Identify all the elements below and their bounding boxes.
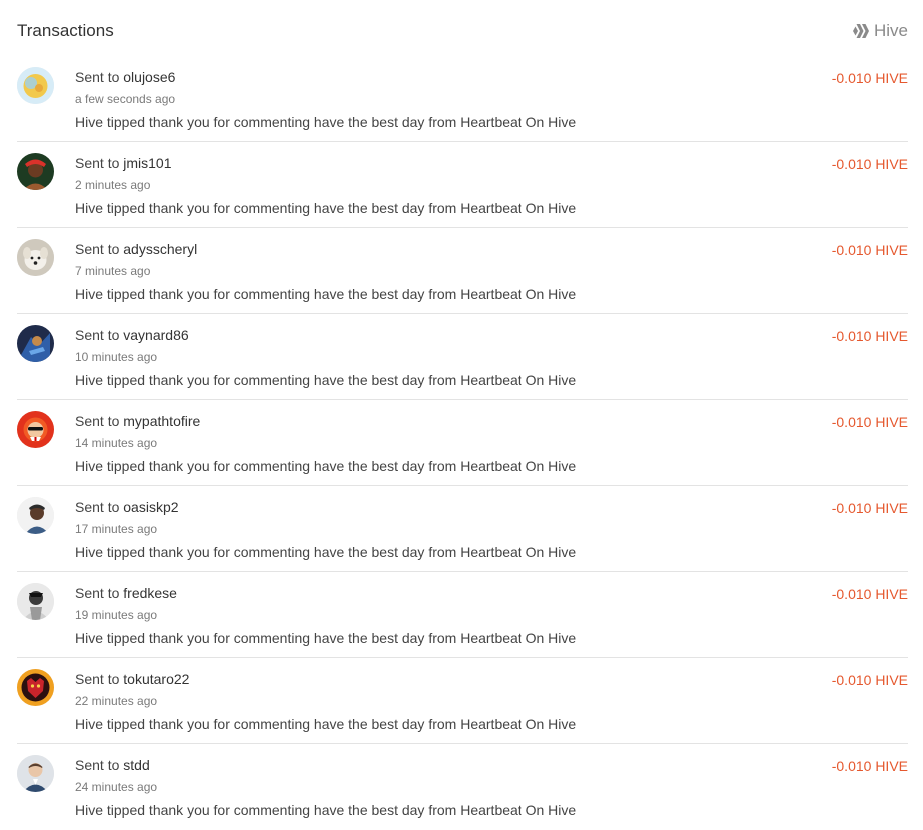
transactions-list: Sent to olujose6 a few seconds ago Hive … xyxy=(17,56,908,830)
transaction-memo: Hive tipped thank you for commenting hav… xyxy=(75,630,577,646)
transaction-memo: Hive tipped thank you for commenting hav… xyxy=(75,716,577,732)
sent-prefix: Sent to xyxy=(75,327,120,343)
list-item: Sent to vaynard86 10 minutes ago Hive ti… xyxy=(17,314,908,400)
transaction-amount: -0.010 HIVE xyxy=(831,586,908,602)
sent-prefix: Sent to xyxy=(75,757,120,773)
list-item: Sent to oasiskp2 17 minutes ago Hive tip… xyxy=(17,486,908,572)
transaction-amount: -0.010 HIVE xyxy=(831,328,908,344)
list-item: Sent to olujose6 a few seconds ago Hive … xyxy=(17,56,908,142)
transaction-time: 10 minutes ago xyxy=(75,350,158,364)
list-item: Sent to adysscheryl 7 minutes ago Hive t… xyxy=(17,228,908,314)
brand-label: Hive xyxy=(873,21,908,40)
recipient-link[interactable]: jmis101 xyxy=(123,155,171,171)
sent-prefix: Sent to xyxy=(75,155,120,171)
transaction-amount: -0.010 HIVE xyxy=(831,414,908,430)
transaction-time: 24 minutes ago xyxy=(75,780,158,794)
user-avatar[interactable] xyxy=(17,411,54,448)
sent-prefix: Sent to xyxy=(75,585,120,601)
sent-prefix: Sent to xyxy=(75,69,120,85)
transaction-time: 14 minutes ago xyxy=(75,436,158,450)
transaction-time: 7 minutes ago xyxy=(75,264,151,278)
recipient-link[interactable]: adysscheryl xyxy=(123,241,197,257)
hive-logo-icon xyxy=(852,23,870,39)
user-avatar[interactable] xyxy=(17,153,54,190)
user-avatar[interactable] xyxy=(17,325,54,362)
sent-prefix: Sent to xyxy=(75,499,120,515)
recipient-link[interactable]: vaynard86 xyxy=(123,327,188,343)
transaction-memo: Hive tipped thank you for commenting hav… xyxy=(75,458,577,474)
transaction-time: 17 minutes ago xyxy=(75,522,158,536)
transaction-amount: -0.010 HIVE xyxy=(831,242,908,258)
sent-prefix: Sent to xyxy=(75,241,120,257)
list-item: Sent to stdd 24 minutes ago Hive tipped … xyxy=(17,744,908,830)
transaction-amount: -0.010 HIVE xyxy=(831,500,908,516)
sent-prefix: Sent to xyxy=(75,413,120,429)
transaction-amount: -0.010 HIVE xyxy=(831,70,908,86)
recipient-link[interactable]: olujose6 xyxy=(123,69,175,85)
transaction-time: 22 minutes ago xyxy=(75,694,158,708)
transaction-memo: Hive tipped thank you for commenting hav… xyxy=(75,802,577,818)
list-item: Sent to tokutaro22 22 minutes ago Hive t… xyxy=(17,658,908,744)
recipient-link[interactable]: oasiskp2 xyxy=(123,499,178,515)
transaction-memo: Hive tipped thank you for commenting hav… xyxy=(75,372,577,388)
list-item: Sent to jmis101 2 minutes ago Hive tippe… xyxy=(17,142,908,228)
hive-brand-link[interactable]: Hive xyxy=(852,21,908,41)
transaction-memo: Hive tipped thank you for commenting hav… xyxy=(75,200,577,216)
recipient-link[interactable]: tokutaro22 xyxy=(123,671,189,687)
transaction-memo: Hive tipped thank you for commenting hav… xyxy=(75,286,577,302)
transaction-time: 2 minutes ago xyxy=(75,178,151,192)
transaction-amount: -0.010 HIVE xyxy=(831,156,908,172)
recipient-link[interactable]: fredkese xyxy=(123,585,177,601)
transaction-amount: -0.010 HIVE xyxy=(831,758,908,774)
user-avatar[interactable] xyxy=(17,67,54,104)
recipient-link[interactable]: mypathtofire xyxy=(123,413,200,429)
transactions-header: Transactions Hive xyxy=(17,18,908,46)
user-avatar[interactable] xyxy=(17,497,54,534)
transaction-memo: Hive tipped thank you for commenting hav… xyxy=(75,114,577,130)
transaction-time: a few seconds ago xyxy=(75,92,176,106)
transaction-time: 19 minutes ago xyxy=(75,608,158,622)
user-avatar[interactable] xyxy=(17,669,54,706)
recipient-link[interactable]: stdd xyxy=(123,757,149,773)
transaction-memo: Hive tipped thank you for commenting hav… xyxy=(75,544,577,560)
page-title: Transactions xyxy=(17,21,114,40)
sent-prefix: Sent to xyxy=(75,671,120,687)
user-avatar[interactable] xyxy=(17,583,54,620)
user-avatar[interactable] xyxy=(17,755,54,792)
list-item: Sent to mypathtofire 14 minutes ago Hive… xyxy=(17,400,908,486)
transaction-amount: -0.010 HIVE xyxy=(831,672,908,688)
user-avatar[interactable] xyxy=(17,239,54,276)
list-item: Sent to fredkese 19 minutes ago Hive tip… xyxy=(17,572,908,658)
transactions-panel: Transactions Hive Sent to olujose6 a few… xyxy=(0,0,923,830)
